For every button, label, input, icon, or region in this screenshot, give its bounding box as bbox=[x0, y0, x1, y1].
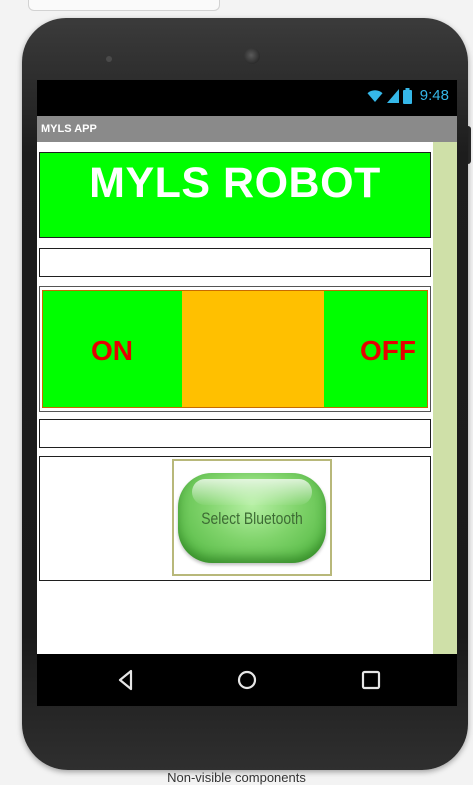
designer-tab[interactable] bbox=[28, 0, 220, 11]
status-time: 9:48 bbox=[419, 87, 449, 104]
navigation-bar bbox=[37, 654, 457, 706]
control-row: ON OFF bbox=[39, 286, 431, 412]
spacer-box-top bbox=[39, 248, 431, 277]
bluetooth-panel: Select Bluetooth bbox=[39, 456, 431, 581]
on-button-label: ON bbox=[91, 335, 133, 366]
screen-scroll-strip bbox=[433, 142, 457, 654]
back-icon[interactable] bbox=[112, 666, 140, 694]
app-title-bar: MYLS APP bbox=[37, 116, 457, 142]
select-bluetooth-button[interactable]: Select Bluetooth bbox=[172, 459, 332, 576]
recents-icon[interactable] bbox=[357, 666, 385, 694]
app-content: MYLS ROBOT ON OFF Select Bluetooth bbox=[37, 142, 457, 654]
phone-camera bbox=[244, 48, 260, 64]
phone-screen: 9:48 MYLS APP MYLS ROBOT ON OFF Select B… bbox=[37, 80, 457, 706]
wifi-icon bbox=[367, 89, 383, 102]
signal-icon bbox=[386, 88, 399, 103]
status-icons: 9:48 bbox=[367, 87, 449, 104]
spacer-box-bottom bbox=[39, 419, 431, 448]
home-icon[interactable] bbox=[233, 666, 261, 694]
select-bluetooth-label: Select Bluetooth bbox=[201, 509, 303, 528]
battery-icon bbox=[402, 87, 412, 104]
bluetooth-button-image: Select Bluetooth bbox=[178, 473, 326, 563]
status-bar: 9:48 bbox=[37, 80, 457, 116]
off-button[interactable]: OFF bbox=[324, 290, 428, 408]
app-title: MYLS APP bbox=[41, 123, 97, 135]
off-button-label: OFF bbox=[360, 335, 416, 366]
non-visible-components-label: Non-visible components bbox=[167, 770, 306, 785]
on-button[interactable]: ON bbox=[42, 290, 182, 408]
phone-sensor-dot bbox=[106, 56, 112, 62]
bluetooth-button-shine bbox=[192, 479, 312, 505]
heading-panel: MYLS ROBOT bbox=[39, 152, 431, 238]
designer-stage: 9:48 MYLS APP MYLS ROBOT ON OFF Select B… bbox=[0, 0, 473, 785]
heading-label: MYLS ROBOT bbox=[89, 159, 381, 207]
control-center-panel bbox=[182, 290, 324, 408]
